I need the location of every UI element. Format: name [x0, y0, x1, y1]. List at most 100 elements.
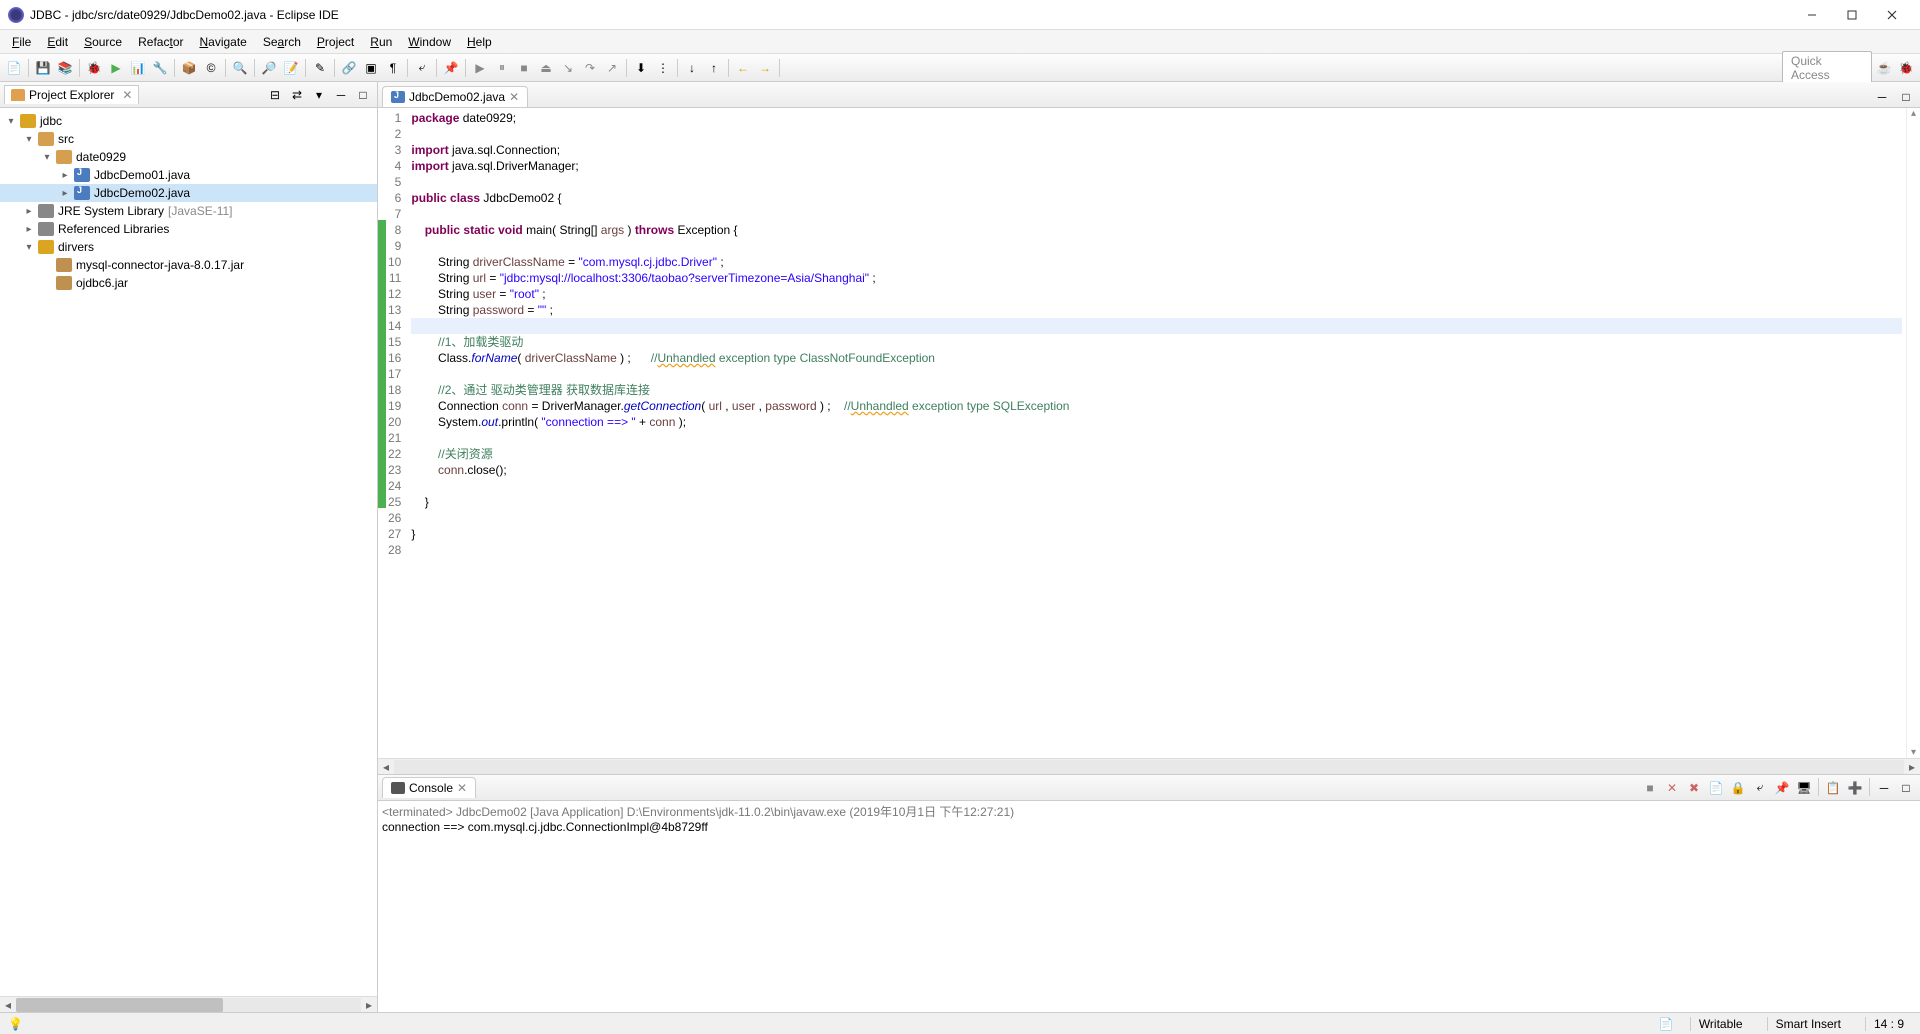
- debug-button[interactable]: 🐞: [84, 58, 104, 78]
- menu-project[interactable]: Project: [309, 33, 362, 51]
- project-explorer-title: Project Explorer: [29, 88, 114, 102]
- link-editor-button[interactable]: ⇄: [287, 85, 307, 105]
- editor-tab[interactable]: JdbcDemo02.java ✕: [382, 86, 528, 107]
- coverage-button[interactable]: 📊: [128, 58, 148, 78]
- console-display-button[interactable]: 🖥: [1794, 778, 1814, 798]
- status-insert-mode: Smart Insert: [1767, 1017, 1849, 1031]
- status-cursor-position: 14 : 9: [1865, 1017, 1912, 1031]
- tree-horizontal-scrollbar[interactable]: ◂ ▸: [0, 996, 377, 1012]
- menu-edit[interactable]: Edit: [39, 33, 76, 51]
- tree-driver2[interactable]: ojdbc6.jar: [0, 274, 377, 292]
- disconnect-button[interactable]: ⏏: [536, 58, 556, 78]
- minimize-view-button[interactable]: ─: [331, 85, 351, 105]
- new-package-button[interactable]: 📦: [179, 58, 199, 78]
- console-maximize-button[interactable]: □: [1896, 778, 1916, 798]
- menu-run[interactable]: Run: [362, 33, 400, 51]
- pin-button[interactable]: 📌: [441, 58, 461, 78]
- tree-jre[interactable]: ▸ JRE System Library [JavaSE-11]: [0, 202, 377, 220]
- step-filters-button[interactable]: ⋮: [653, 58, 673, 78]
- status-bar: 💡 📄 Writable Smart Insert 14 : 9: [0, 1012, 1920, 1034]
- task-button[interactable]: ✎: [310, 58, 330, 78]
- toggle-breadcrumb-button[interactable]: 🔗: [339, 58, 359, 78]
- tree-ref-lib[interactable]: ▸ Referenced Libraries: [0, 220, 377, 238]
- console-remove-all-button[interactable]: ✖: [1684, 778, 1704, 798]
- back-button[interactable]: ←: [733, 58, 753, 78]
- maximize-editor-button[interactable]: □: [1896, 87, 1916, 107]
- view-menu-button[interactable]: ▾: [309, 85, 329, 105]
- step-return-button[interactable]: ↗: [602, 58, 622, 78]
- step-into-button[interactable]: ↘: [558, 58, 578, 78]
- console-new-button[interactable]: ➕: [1845, 778, 1865, 798]
- tree-file2[interactable]: ▸ JdbcDemo02.java: [0, 184, 377, 202]
- title-bar: JDBC - jdbc/src/date0929/JdbcDemo02.java…: [0, 0, 1920, 30]
- tree-src[interactable]: ▾ src: [0, 130, 377, 148]
- project-explorer-icon: [11, 89, 25, 101]
- close-view-icon[interactable]: ✕: [122, 88, 132, 102]
- tree-drivers[interactable]: ▾ dirvers: [0, 238, 377, 256]
- save-all-button[interactable]: 📚: [55, 58, 75, 78]
- tree-file1[interactable]: ▸ JdbcDemo01.java: [0, 166, 377, 184]
- maximize-view-button[interactable]: □: [353, 85, 373, 105]
- menu-bar: File Edit Source Refactor Navigate Searc…: [0, 30, 1920, 54]
- perspective-java-button[interactable]: ☕: [1874, 58, 1894, 78]
- menu-help[interactable]: Help: [459, 33, 500, 51]
- code-editor[interactable]: 1234567891011121314151617181920212223242…: [378, 108, 1920, 758]
- minimize-editor-button[interactable]: ─: [1872, 87, 1892, 107]
- new-class-button[interactable]: ©: [201, 58, 221, 78]
- maximize-button[interactable]: [1832, 1, 1872, 29]
- ruler-up-icon[interactable]: ▴: [1907, 108, 1920, 119]
- next-annotation-button[interactable]: ↓: [682, 58, 702, 78]
- console-minimize-button[interactable]: ─: [1874, 778, 1894, 798]
- search-button[interactable]: 🔎: [259, 58, 279, 78]
- eclipse-icon: [8, 7, 24, 23]
- toggle-whitespace-button[interactable]: ¶: [383, 58, 403, 78]
- step-over-button[interactable]: ↷: [580, 58, 600, 78]
- terminate-button[interactable]: ■: [514, 58, 534, 78]
- open-type-button[interactable]: 🔍: [230, 58, 250, 78]
- tree-project[interactable]: ▾ jdbc: [0, 112, 377, 130]
- console-tab[interactable]: Console ✕: [382, 777, 476, 798]
- console-remove-button[interactable]: ✕: [1662, 778, 1682, 798]
- console-open-button[interactable]: 📋: [1823, 778, 1843, 798]
- drop-to-frame-button[interactable]: ⬇: [631, 58, 651, 78]
- console-clear-button[interactable]: 📄: [1706, 778, 1726, 798]
- forward-button[interactable]: →: [755, 58, 775, 78]
- minimize-button[interactable]: [1792, 1, 1832, 29]
- tree-package[interactable]: ▾ date0929: [0, 148, 377, 166]
- ruler-down-icon[interactable]: ▾: [1907, 747, 1920, 758]
- console-output-line: connection ==> com.mysql.cj.jdbc.Connect…: [382, 820, 1916, 834]
- editor-horizontal-scrollbar[interactable]: ◂ ▸: [378, 758, 1920, 774]
- main-toolbar: 📄 💾 📚 🐞 ▶ 📊 🔧 📦 © 🔍 🔎 📝 ✎ 🔗 ▣ ¶ ⤶ 📌 ▶ ⏸ …: [0, 54, 1920, 82]
- menu-search[interactable]: Search: [255, 33, 309, 51]
- save-button[interactable]: 💾: [33, 58, 53, 78]
- menu-file[interactable]: File: [4, 33, 39, 51]
- menu-source[interactable]: Source: [76, 33, 130, 51]
- external-tools-button[interactable]: 🔧: [150, 58, 170, 78]
- close-button[interactable]: [1872, 1, 1912, 29]
- suspend-button[interactable]: ⏸: [492, 58, 512, 78]
- tree-driver1[interactable]: mysql-connector-java-8.0.17.jar: [0, 256, 377, 274]
- toggle-word-wrap-button[interactable]: ⤶: [412, 58, 432, 78]
- quick-access-input[interactable]: Quick Access: [1782, 51, 1872, 85]
- resume-button[interactable]: ▶: [470, 58, 490, 78]
- close-tab-icon[interactable]: ✕: [509, 90, 519, 104]
- new-button[interactable]: 📄: [4, 58, 24, 78]
- project-tree[interactable]: ▾ jdbc ▾ src ▾ date0929 ▸ JdbcDemo01.jav…: [0, 108, 377, 996]
- overview-ruler[interactable]: ▴ ▾: [1906, 108, 1920, 758]
- close-console-icon[interactable]: ✕: [457, 781, 467, 795]
- toggle-mark-button[interactable]: 📝: [281, 58, 301, 78]
- console-word-wrap-button[interactable]: ⤶: [1750, 778, 1770, 798]
- menu-refactor[interactable]: Refactor: [130, 33, 191, 51]
- perspective-debug-button[interactable]: 🐞: [1896, 58, 1916, 78]
- menu-navigate[interactable]: Navigate: [191, 33, 254, 51]
- console-pin-button[interactable]: 📌: [1772, 778, 1792, 798]
- run-button[interactable]: ▶: [106, 58, 126, 78]
- collapse-all-button[interactable]: ⊟: [265, 85, 285, 105]
- console-output[interactable]: <terminated> JdbcDemo02 [Java Applicatio…: [378, 801, 1920, 1012]
- toggle-block-button[interactable]: ▣: [361, 58, 381, 78]
- prev-annotation-button[interactable]: ↑: [704, 58, 724, 78]
- menu-window[interactable]: Window: [400, 33, 459, 51]
- console-terminate-button[interactable]: ■: [1640, 778, 1660, 798]
- lightbulb-icon: 💡: [8, 1017, 23, 1031]
- console-scroll-lock-button[interactable]: 🔒: [1728, 778, 1748, 798]
